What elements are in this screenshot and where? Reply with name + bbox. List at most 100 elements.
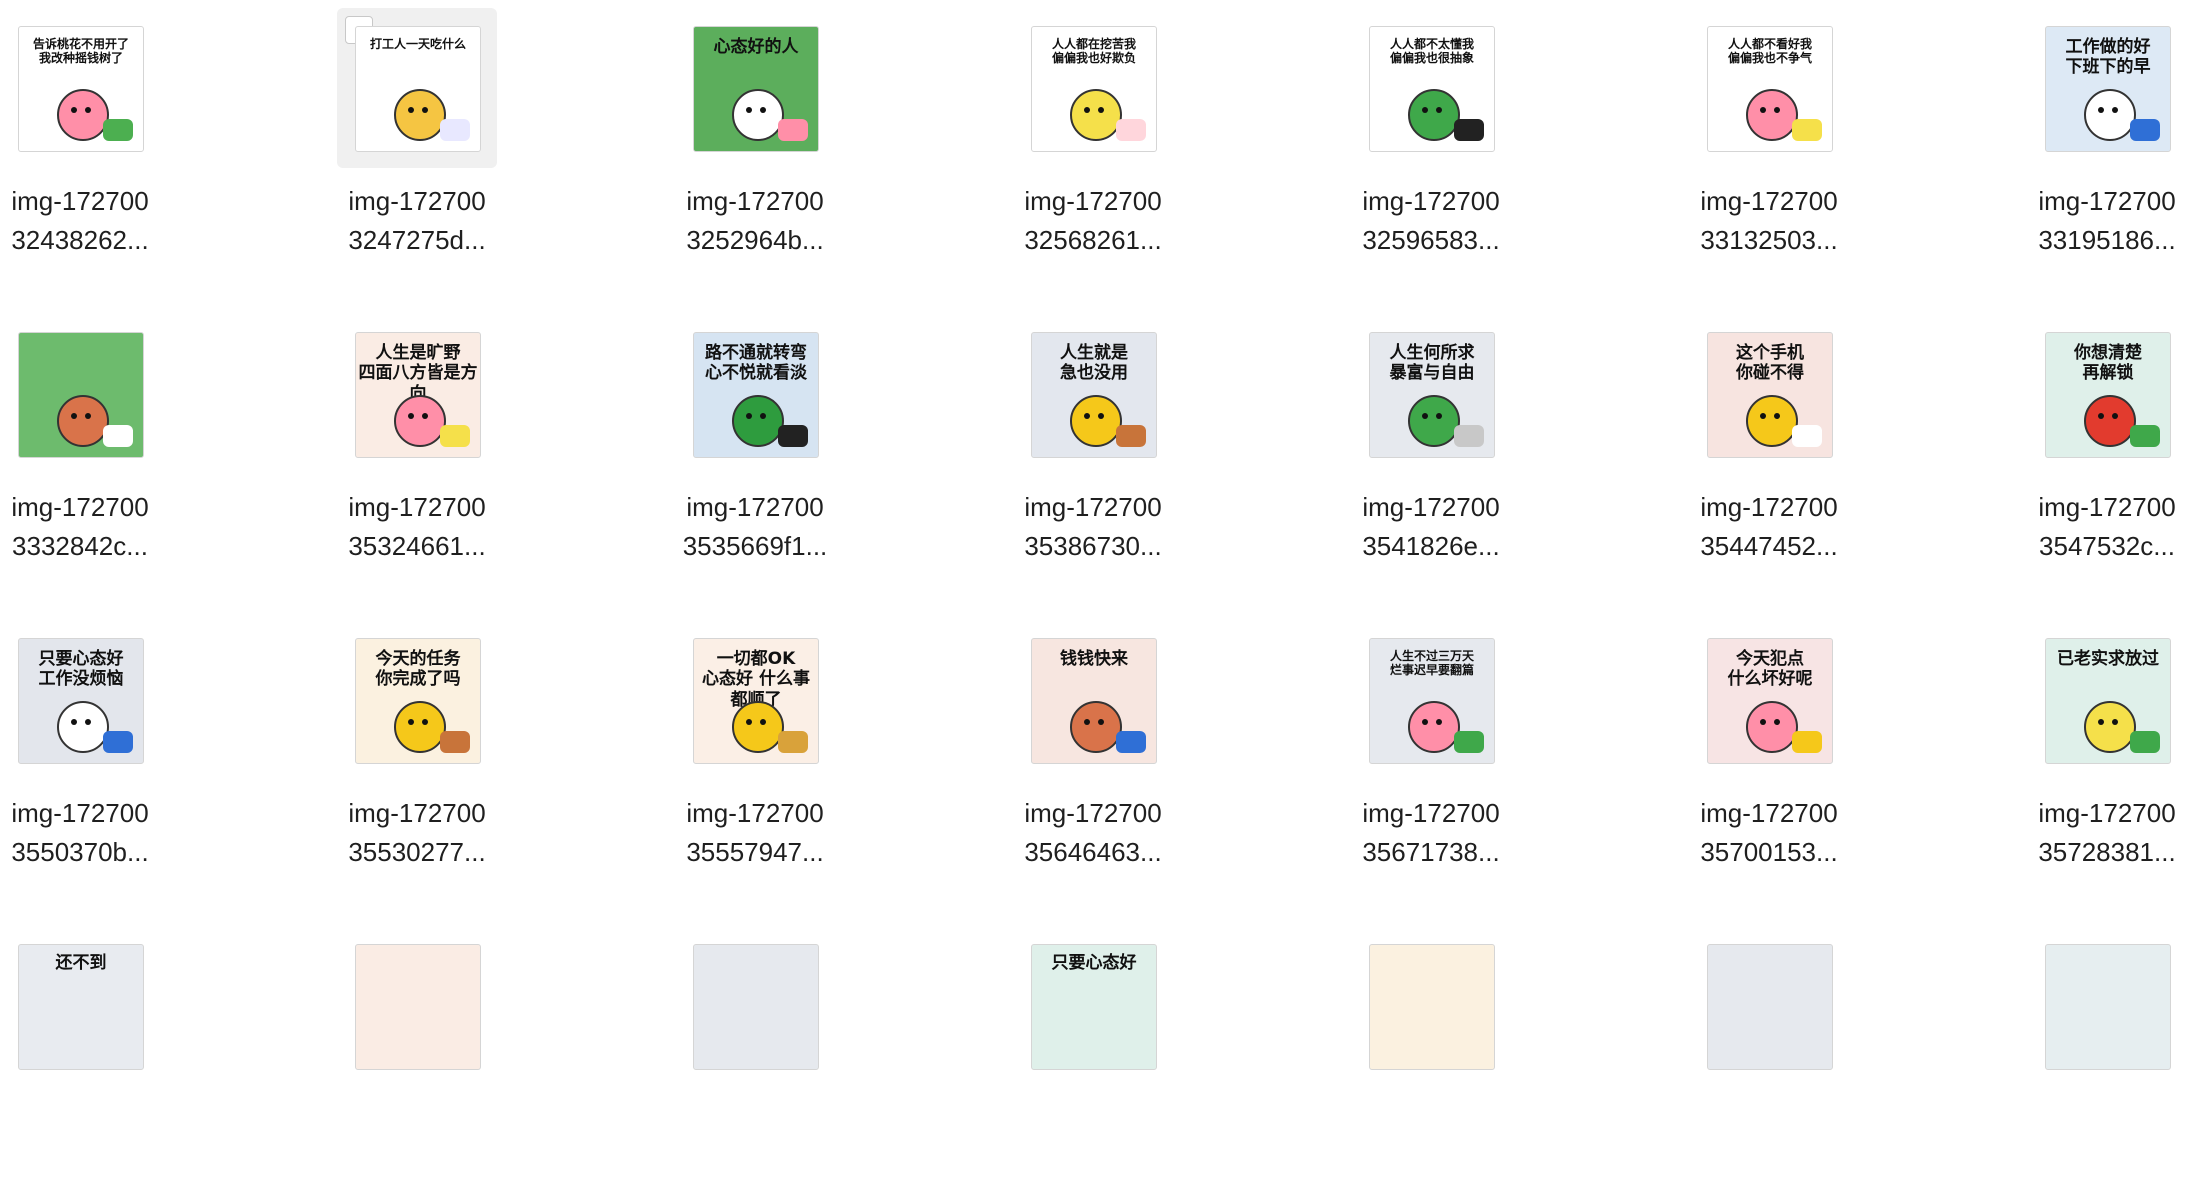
file-tile[interactable]: 只要心态好 工作没烦恼 img-172700 3550370b... — [0, 620, 157, 880]
file-tile[interactable]: 这个手机 你碰不得 img-172700 35447452... — [1666, 314, 1846, 574]
thumbnail-container[interactable]: 已老实求放过 — [2027, 620, 2187, 780]
sticker-character — [2084, 701, 2136, 753]
image-thumbnail: 人生就是 急也没用 — [1031, 332, 1157, 458]
thumbnail-container[interactable]: 人人都不太懂我 偏偏我也很抽象 — [1351, 8, 1511, 168]
thumbnail-container[interactable]: 人人都不看好我 偏偏我也不争气 — [1689, 8, 1849, 168]
thumbnail-container[interactable]: 工作做的好 下班下的早 — [2027, 8, 2187, 168]
thumbnail-container[interactable]: 路不通就转弯 心不悦就看淡 — [675, 314, 835, 474]
thumbnail-container[interactable]: 人生就是 急也没用 — [1013, 314, 1173, 474]
file-name: img-172700 35646463... — [990, 794, 1196, 872]
file-tile[interactable]: 已老实求放过 img-172700 35728381... — [2004, 620, 2184, 880]
character-eye — [2098, 719, 2104, 725]
thumbnail-container[interactable] — [1689, 926, 1849, 1086]
file-tile[interactable]: 人人都不看好我 偏偏我也不争气 img-172700 33132503... — [1666, 8, 1846, 268]
thumbnail-container[interactable]: 人人都在挖苦我 偏偏我也好欺负 — [1013, 8, 1173, 168]
thumbnail-container[interactable]: 人生是旷野 四面八方皆是方向 — [337, 314, 497, 474]
character-eye — [1436, 107, 1442, 113]
thumbnail-container[interactable]: 心态好的人 — [675, 8, 835, 168]
file-tile[interactable]: 打工人一天吃什么 img-172700 3247275d... — [314, 8, 497, 268]
image-thumbnail: 你想清楚 再解锁 — [2045, 332, 2171, 458]
file-tile[interactable]: 还不到 — [0, 926, 157, 1186]
thumbnail-container[interactable]: 还不到 — [0, 926, 160, 1086]
thumbnail-container[interactable]: 人生何所求 暴富与自由 — [1351, 314, 1511, 474]
thumbnail-container[interactable]: 告诉桃花不用开了 我改种摇钱树了 — [0, 8, 160, 168]
image-thumbnail: 只要心态好 工作没烦恼 — [18, 638, 144, 764]
character-eye — [1760, 413, 1766, 419]
file-name-line-2: 3547532c... — [2039, 531, 2175, 561]
sticker-character — [394, 395, 446, 447]
file-tile[interactable] — [314, 926, 494, 1186]
file-tile[interactable] — [652, 926, 832, 1186]
sticker-character — [732, 701, 784, 753]
thumbnail-container[interactable]: 一切都OK 心态好 什么事都顺了 — [675, 620, 835, 780]
file-name-line-1: img-172700 — [1700, 186, 1838, 216]
file-tile[interactable]: 只要心态好 — [990, 926, 1170, 1186]
file-name: img-172700 3547532c... — [2004, 488, 2188, 566]
thumbnail-caption: 今天犯点 什么坏好呢 — [1727, 649, 1813, 690]
thumbnail-container[interactable]: 人生不过三万天 烂事迟早要翻篇 — [1351, 620, 1511, 780]
sticker-character — [1746, 89, 1798, 141]
image-thumbnail: 人人都不太懂我 偏偏我也很抽象 — [1369, 26, 1495, 152]
file-tile[interactable] — [1328, 926, 1508, 1186]
sticker-prop — [1116, 119, 1146, 141]
file-tile[interactable]: 工作做的好 下班下的早 img-172700 33195186... — [2004, 8, 2184, 268]
thumbnail-container[interactable]: 打工人一天吃什么 — [337, 8, 497, 168]
thumbnail-container[interactable]: 你想清楚 再解锁 — [2027, 314, 2187, 474]
sticker-prop — [1454, 119, 1484, 141]
thumbnail-container[interactable] — [1351, 926, 1511, 1086]
image-thumbnail — [1369, 944, 1495, 1070]
character-eye — [760, 413, 766, 419]
thumbnail-container[interactable]: 只要心态好 — [1013, 926, 1173, 1086]
thumbnail-container[interactable]: 今天犯点 什么坏好呢 — [1689, 620, 1849, 780]
image-thumbnail — [2045, 944, 2171, 1070]
thumbnail-caption: 只要心态好 工作没烦恼 — [38, 649, 124, 690]
file-tile[interactable]: 你想清楚 再解锁 img-172700 3547532c... — [2004, 314, 2184, 574]
file-name-line-2: 33195186... — [2038, 225, 2176, 255]
thumbnail-container[interactable]: 只要心态好 工作没烦恼 — [0, 620, 160, 780]
file-tile[interactable]: 人生是旷野 四面八方皆是方向 img-172700 35324661... — [314, 314, 494, 574]
file-tile[interactable]: 人生不过三万天 烂事迟早要翻篇 img-172700 35671738... — [1328, 620, 1508, 880]
file-name-line-2: 35646463... — [1024, 837, 1162, 867]
sticker-character — [394, 89, 446, 141]
file-tile[interactable] — [1666, 926, 1846, 1186]
sticker-prop — [440, 731, 470, 753]
character-eye — [2112, 413, 2118, 419]
file-name-line-1: img-172700 — [11, 492, 149, 522]
thumbnail-container[interactable]: 这个手机 你碰不得 — [1689, 314, 1849, 474]
thumbnail-caption: 你想清楚 再解锁 — [2074, 343, 2142, 384]
file-tile[interactable]: 人人都在挖苦我 偏偏我也好欺负 img-172700 32568261... — [990, 8, 1170, 268]
file-name: img-172700 32596583... — [1328, 182, 1534, 260]
sticker-character — [1070, 89, 1122, 141]
file-tile[interactable]: 路不通就转弯 心不悦就看淡 img-172700 3535669f1... — [652, 314, 832, 574]
sticker-prop — [1454, 731, 1484, 753]
thumbnail-container[interactable] — [0, 314, 160, 474]
thumbnail-container[interactable] — [337, 926, 497, 1086]
character-eye — [2112, 107, 2118, 113]
file-tile[interactable]: 人生就是 急也没用 img-172700 35386730... — [990, 314, 1170, 574]
thumbnail-container[interactable] — [2027, 926, 2187, 1086]
file-tile[interactable]: 今天犯点 什么坏好呢 img-172700 35700153... — [1666, 620, 1846, 880]
character-eye — [85, 413, 91, 419]
sticker-prop — [2130, 731, 2160, 753]
character-eye — [746, 413, 752, 419]
sticker-character — [1408, 89, 1460, 141]
file-name-line-1: img-172700 — [2038, 492, 2176, 522]
file-tile[interactable] — [2004, 926, 2184, 1186]
file-tile[interactable]: 人人都不太懂我 偏偏我也很抽象 img-172700 32596583... — [1328, 8, 1508, 268]
thumbnail-container[interactable]: 钱钱快来 — [1013, 620, 1173, 780]
file-tile[interactable]: 今天的任务 你完成了吗 img-172700 35530277... — [314, 620, 494, 880]
sticker-prop — [103, 425, 133, 447]
image-thumbnail: 钱钱快来 — [1031, 638, 1157, 764]
file-tile[interactable]: 人生何所求 暴富与自由 img-172700 3541826e... — [1328, 314, 1508, 574]
file-tile[interactable]: img-172700 3332842c... — [0, 314, 157, 574]
file-tile[interactable]: 一切都OK 心态好 什么事都顺了 img-172700 35557947... — [652, 620, 832, 880]
file-tile[interactable]: 钱钱快来 img-172700 35646463... — [990, 620, 1170, 880]
thumbnail-container[interactable]: 今天的任务 你完成了吗 — [337, 620, 497, 780]
thumbnail-container[interactable] — [675, 926, 835, 1086]
sticker-prop — [1116, 731, 1146, 753]
file-tile[interactable]: 告诉桃花不用开了 我改种摇钱树了 img-172700 32438262... — [0, 8, 157, 268]
file-name-line-1: img-172700 — [1700, 798, 1838, 828]
character-eye — [746, 719, 752, 725]
file-tile[interactable]: 心态好的人 img-172700 3252964b... — [652, 8, 832, 268]
sticker-prop — [778, 731, 808, 753]
